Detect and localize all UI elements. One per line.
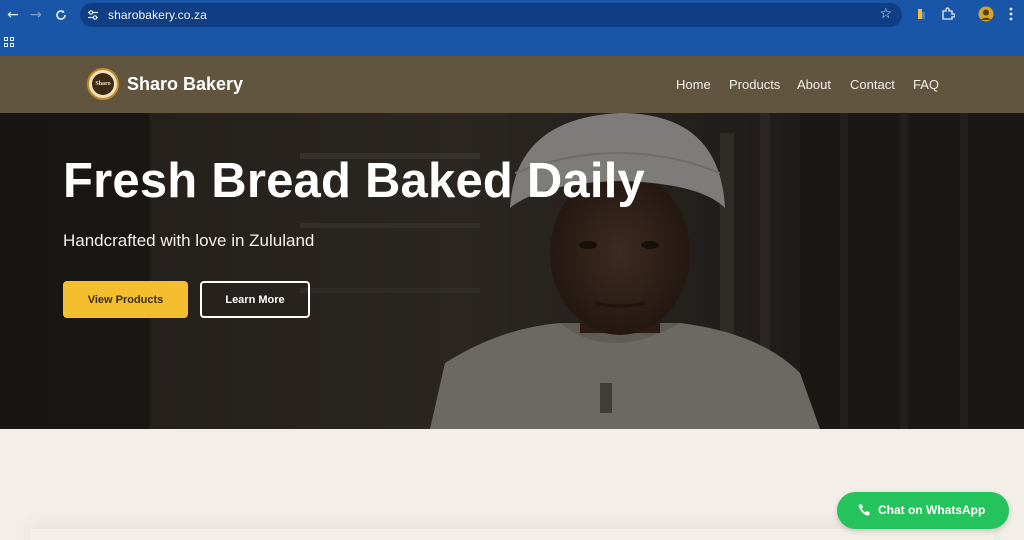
forward-icon[interactable]: → (26, 5, 46, 25)
extension-icon[interactable] (914, 6, 930, 22)
phone-icon (858, 504, 870, 516)
learn-more-button[interactable]: Learn More (200, 281, 310, 318)
nav-products[interactable]: Products (729, 77, 780, 92)
bookmarks-bar (0, 30, 1024, 56)
logo-text: Sharo (95, 81, 111, 87)
bakery-logo[interactable]: Sharo (87, 68, 119, 100)
nav-contact[interactable]: Contact (850, 77, 895, 92)
nav-home[interactable]: Home (676, 77, 711, 92)
apps-grid-icon[interactable] (4, 37, 14, 47)
back-icon[interactable]: ← (3, 5, 23, 25)
extensions-puzzle-icon[interactable] (940, 6, 956, 22)
hero-title: Fresh Bread Baked Daily (63, 154, 645, 208)
browser-toolbar: ← → sharobakery.co.za ☆ (0, 0, 1024, 30)
browser-chrome: ← → sharobakery.co.za ☆ (0, 0, 1024, 56)
browser-menu-icon[interactable] (1003, 6, 1019, 22)
nav-faq[interactable]: FAQ (913, 77, 939, 92)
profile-avatar-icon[interactable] (978, 6, 994, 22)
site-info-icon[interactable] (87, 9, 99, 21)
address-bar[interactable]: sharobakery.co.za ☆ (80, 3, 902, 27)
hero-subtitle: Handcrafted with love in Zululand (63, 231, 315, 250)
site-header: Sharo Sharo Bakery Home Products About C… (0, 56, 1024, 113)
content-card-edge (30, 529, 994, 540)
url-text[interactable]: sharobakery.co.za (108, 8, 207, 22)
brand-name[interactable]: Sharo Bakery (127, 74, 243, 95)
bookmark-star-icon[interactable]: ☆ (879, 6, 892, 22)
whatsapp-chat-button[interactable]: Chat on WhatsApp (837, 492, 1009, 529)
nav-about[interactable]: About (797, 77, 831, 92)
view-products-button[interactable]: View Products (63, 281, 188, 318)
hero-section: Fresh Bread Baked Daily Handcrafted with… (0, 113, 1024, 429)
reload-icon[interactable] (51, 5, 71, 25)
whatsapp-label: Chat on WhatsApp (878, 503, 986, 517)
